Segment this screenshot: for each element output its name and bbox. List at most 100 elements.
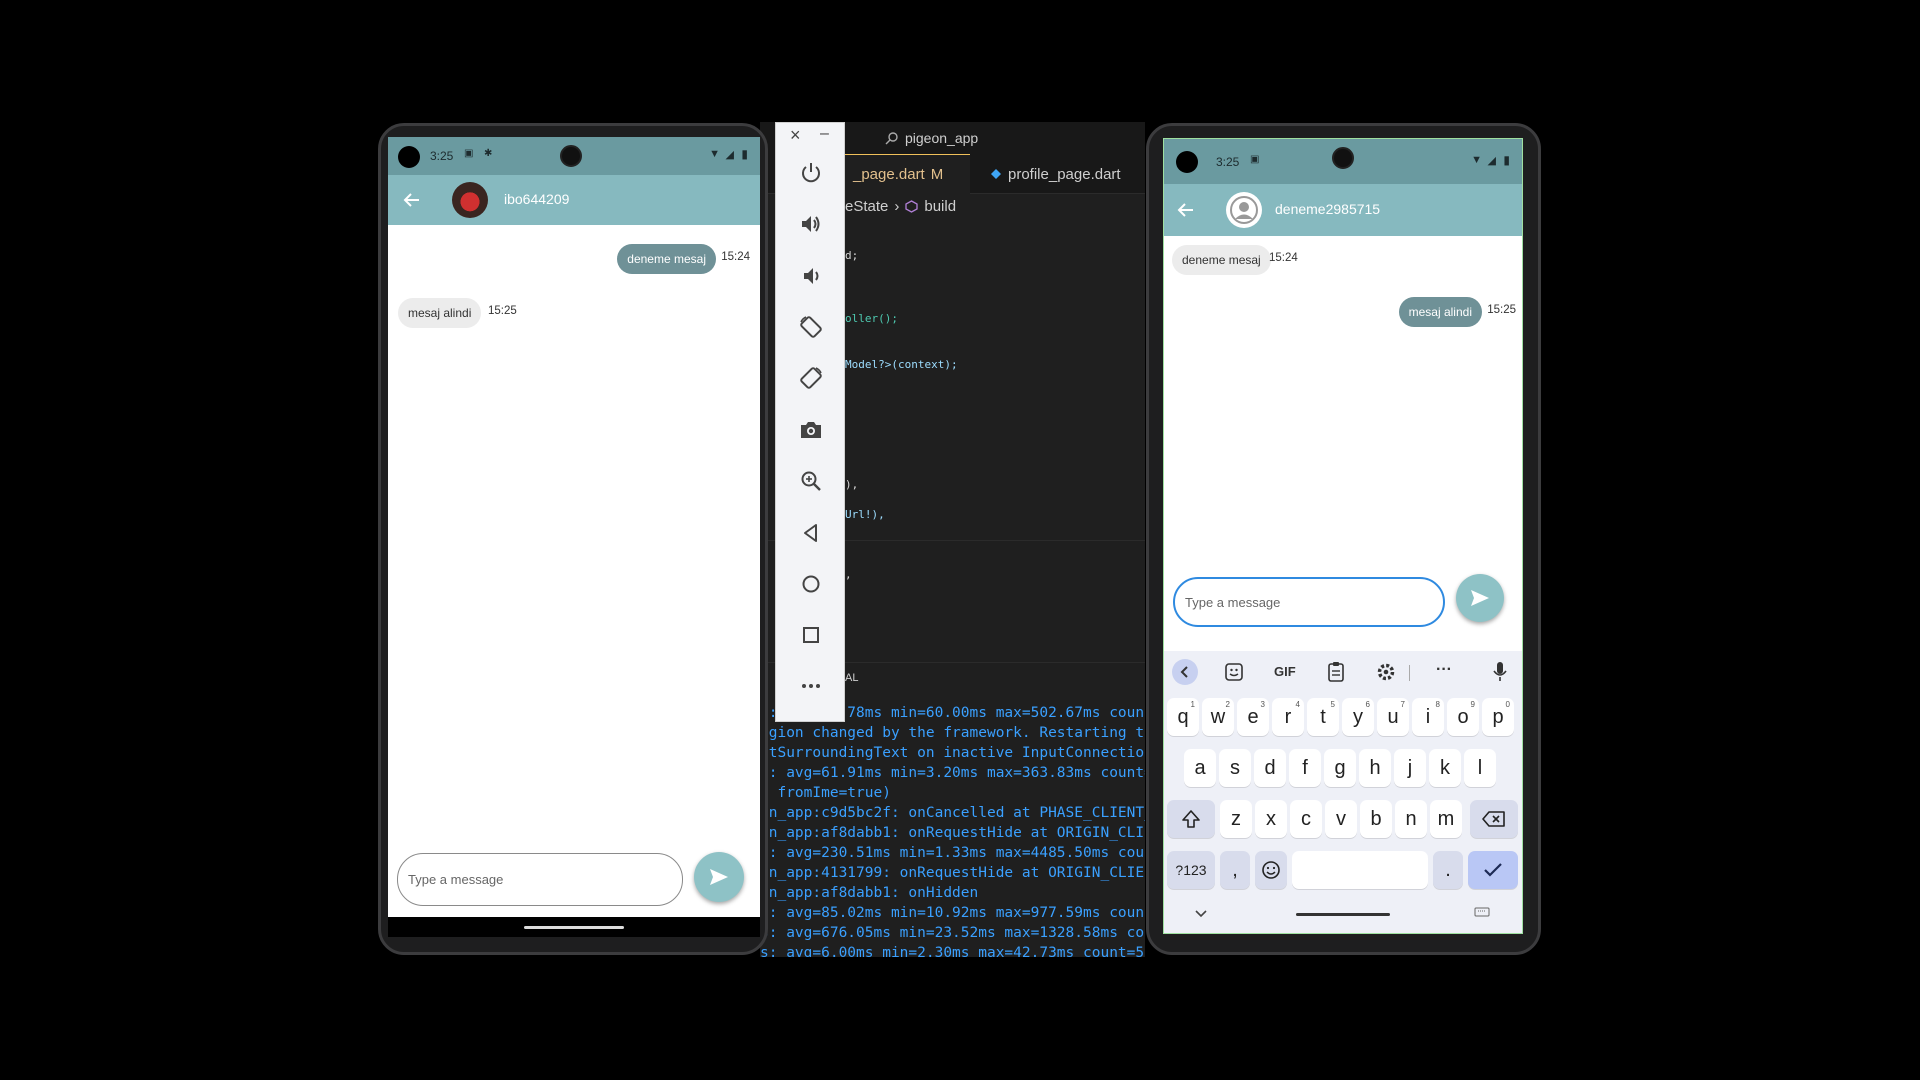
message-bubble-sent: mesaj alindi	[1398, 297, 1482, 327]
done-key[interactable]	[1468, 851, 1518, 889]
minimize-emulator-button[interactable]: –	[820, 125, 829, 143]
home-button[interactable]	[796, 569, 826, 599]
volume-up-icon	[802, 216, 820, 232]
backspace-key[interactable]	[1470, 800, 1518, 838]
key-h[interactable]: h	[1359, 749, 1391, 787]
key-x[interactable]: x	[1255, 800, 1287, 838]
send-button[interactable]	[694, 852, 744, 902]
more-options-button[interactable]: ···	[1436, 661, 1452, 679]
key-c[interactable]: c	[1290, 800, 1322, 838]
key-z[interactable]: z	[1220, 800, 1252, 838]
hide-keyboard-icon[interactable]	[1194, 909, 1208, 919]
key-j[interactable]: j	[1394, 749, 1426, 787]
emoji-key[interactable]	[1255, 851, 1287, 889]
key-b[interactable]: b	[1360, 800, 1392, 838]
microphone-icon[interactable]	[1492, 661, 1508, 683]
gif-button[interactable]: GIF	[1274, 664, 1296, 679]
key-o[interactable]: o9	[1447, 698, 1479, 736]
rotate-left-button[interactable]	[796, 312, 826, 342]
clipboard-icon[interactable]	[1326, 661, 1346, 683]
breadcrumb-method[interactable]: build	[924, 198, 956, 215]
key-f[interactable]: f	[1289, 749, 1321, 787]
back-arrow-icon[interactable]	[1176, 200, 1196, 220]
tab-profile-page[interactable]: profile_page.dart	[990, 154, 1145, 194]
back-icon	[804, 524, 817, 542]
avatar[interactable]	[1226, 192, 1262, 228]
message-input[interactable]: Type a message	[397, 853, 683, 906]
code-line: d;	[845, 249, 859, 262]
camera-cutout	[1176, 151, 1198, 173]
key-r[interactable]: r4	[1272, 698, 1304, 736]
message-time: 15:24	[721, 251, 750, 263]
tab-chat-page[interactable]: _page.dart M	[845, 154, 970, 194]
breadcrumb: eState › build	[845, 198, 956, 215]
contact-name: deneme2985715	[1275, 201, 1381, 217]
back-arrow-icon[interactable]	[402, 190, 422, 210]
zoom-button[interactable]	[796, 466, 826, 496]
more-button[interactable]	[796, 671, 826, 701]
key-d[interactable]: d	[1254, 749, 1286, 787]
rotate-right-icon	[800, 367, 822, 389]
key-t[interactable]: t5	[1307, 698, 1339, 736]
key-a[interactable]: a	[1184, 749, 1216, 787]
power-button[interactable]	[796, 158, 826, 188]
breadcrumb-class[interactable]: eState	[845, 198, 888, 215]
message-time: 15:25	[488, 305, 517, 317]
key-q[interactable]: q1	[1167, 698, 1199, 736]
screenshot-button[interactable]	[796, 415, 826, 445]
wifi-icon: ▼	[1471, 154, 1482, 166]
code-line: oller();	[845, 312, 898, 325]
keyboard-switch-icon[interactable]	[1474, 907, 1490, 919]
key-label: t	[1320, 705, 1326, 728]
key-v[interactable]: v	[1325, 800, 1357, 838]
terminal-tab-label[interactable]: AL	[845, 672, 858, 684]
checkmark-icon	[1484, 863, 1502, 877]
notification-icon: ▣	[1250, 154, 1260, 165]
space-bar[interactable]	[1292, 851, 1428, 889]
toolbar-divider	[1409, 665, 1410, 681]
contact-name: ibo644209	[504, 191, 570, 207]
home-gesture-handle[interactable]	[1296, 913, 1390, 916]
rotate-right-button[interactable]	[796, 363, 826, 393]
symbols-key[interactable]: ?123	[1167, 851, 1215, 889]
key-s[interactable]: s	[1219, 749, 1251, 787]
code-line: ,	[845, 568, 852, 581]
terminal-line: etSurroundingText on inactive InputConne…	[760, 745, 1145, 761]
comma-key[interactable]: ,	[1220, 851, 1250, 889]
overview-icon	[803, 627, 819, 643]
key-label: q	[1177, 705, 1189, 728]
key-k[interactable]: k	[1429, 749, 1461, 787]
settings-gear-icon[interactable]	[1376, 662, 1396, 682]
keyboard-collapse-toolbar-button[interactable]	[1172, 659, 1198, 685]
send-icon	[710, 869, 728, 885]
key-e[interactable]: e3	[1237, 698, 1269, 736]
status-time: 3:25	[1216, 155, 1240, 169]
status-time: 3:25	[430, 149, 454, 163]
home-gesture-handle[interactable]	[524, 926, 624, 929]
message-input[interactable]: Type a message	[1173, 577, 1445, 627]
key-w[interactable]: w2	[1202, 698, 1234, 736]
send-button[interactable]	[1456, 574, 1504, 622]
key-m[interactable]: m	[1430, 800, 1462, 838]
debug-icon: ✱	[484, 148, 493, 159]
key-label: i	[1425, 705, 1431, 728]
back-button[interactable]	[796, 518, 826, 548]
volume-up-button[interactable]	[796, 209, 826, 239]
shift-key[interactable]	[1167, 800, 1215, 838]
chevron-left-icon	[1180, 666, 1188, 678]
key-p[interactable]: p0	[1482, 698, 1514, 736]
avatar[interactable]	[452, 182, 488, 218]
overview-button[interactable]	[796, 620, 826, 650]
key-n[interactable]: n	[1395, 800, 1427, 838]
onscreen-keyboard: GIF ··· q1 w2 e3 r4 t5 y6 u7 i8 o9 p0 a …	[1164, 651, 1522, 933]
key-u[interactable]: u7	[1377, 698, 1409, 736]
volume-down-button[interactable]	[796, 261, 826, 291]
key-g[interactable]: g	[1324, 749, 1356, 787]
period-key[interactable]: .	[1433, 851, 1463, 889]
sticker-icon[interactable]	[1224, 662, 1244, 682]
key-i[interactable]: i8	[1412, 698, 1444, 736]
key-l[interactable]: l	[1464, 749, 1496, 787]
key-y[interactable]: y6	[1342, 698, 1374, 736]
command-center[interactable]: pigeon_app	[885, 130, 978, 146]
close-emulator-button[interactable]: ×	[790, 125, 801, 146]
